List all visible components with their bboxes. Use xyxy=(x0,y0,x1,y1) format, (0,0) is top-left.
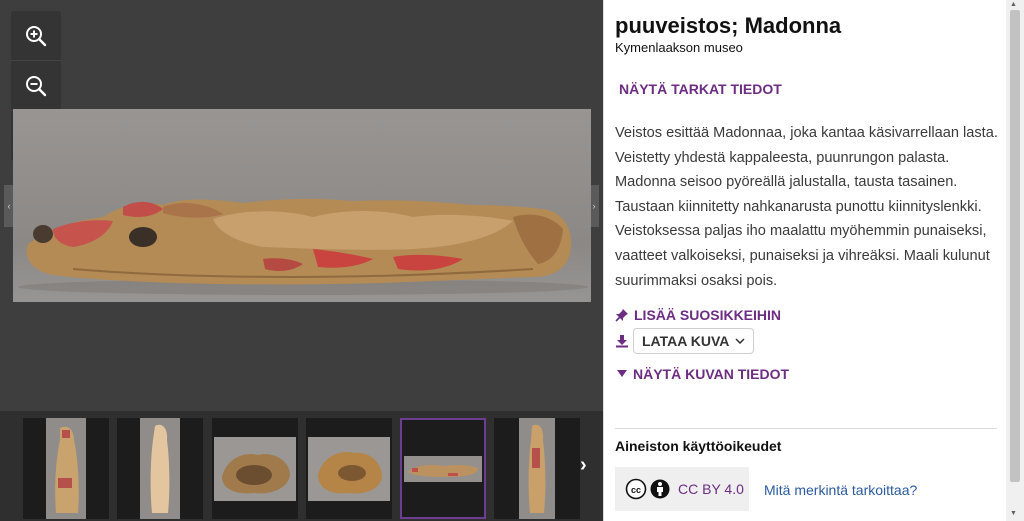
download-row: LATAA KUVA xyxy=(615,328,755,354)
thumbnail-1[interactable] xyxy=(23,418,109,519)
download-icon xyxy=(616,335,628,348)
thumbnail-standing-front xyxy=(46,418,86,519)
museum-name: Kymenlaakson museo xyxy=(615,40,743,55)
image-viewer: ‹ › › xyxy=(0,0,603,521)
thumbnail-base-view xyxy=(308,436,390,501)
license-badge[interactable]: cc CC BY 4.0 xyxy=(615,467,749,511)
svg-text:cc: cc xyxy=(631,485,641,495)
thumbnail-next-arrow[interactable]: › xyxy=(580,454,587,477)
license-name: CC BY 4.0 xyxy=(678,481,744,497)
license-meaning-link[interactable]: Mitä merkintä tarkoittaa? xyxy=(764,482,917,498)
attribution-icon xyxy=(650,479,670,499)
zoom-in-icon xyxy=(26,25,47,46)
show-detailed-info-link[interactable]: NÄYTÄ TARKAT TIEDOT xyxy=(619,81,782,97)
chevron-down-icon xyxy=(735,338,745,344)
zoom-out-icon xyxy=(26,75,47,96)
add-to-favorites-label: LISÄÄ SUOSIKKEIHIN xyxy=(634,307,782,323)
scrollbar-thumb[interactable] xyxy=(1010,10,1020,482)
show-image-info-toggle[interactable]: NÄYTÄ KUVAN TIEDOT xyxy=(617,366,789,382)
zoom-in-button[interactable] xyxy=(11,11,61,61)
pin-icon xyxy=(615,309,628,322)
thumbnail-4[interactable] xyxy=(306,418,392,519)
usage-rights-heading: Aineiston käyttöoikeudet xyxy=(615,438,782,454)
scroll-up-arrow[interactable]: ▲ xyxy=(1010,1,1017,8)
thumbnail-standing-side xyxy=(519,418,555,519)
thumbnail-lying-side xyxy=(404,455,482,482)
thumbnail-6[interactable] xyxy=(494,418,580,519)
record-title: puuveistos; Madonna xyxy=(615,13,842,38)
scroll-down-arrow[interactable]: ▼ xyxy=(1010,510,1017,517)
caret-down-icon xyxy=(617,370,627,377)
cc-icon: cc xyxy=(625,478,647,500)
record-description: Veistos esittää Madonnaa, joka kantaa kä… xyxy=(615,125,998,289)
show-image-info-label: NÄYTÄ KUVAN TIEDOT xyxy=(633,366,790,382)
zoom-out-button[interactable] xyxy=(11,61,61,111)
thumbnail-strip: › xyxy=(0,411,603,521)
thumbnail-standing-back xyxy=(140,418,180,519)
thumbnail-2[interactable] xyxy=(117,418,203,519)
download-image-button[interactable]: LATAA KUVA xyxy=(633,328,755,354)
sculpture-picture xyxy=(18,198,588,295)
thumbnail-top-view xyxy=(214,436,296,501)
add-to-favorites-button[interactable]: LISÄÄ SUOSIKKEIHIN xyxy=(615,307,781,323)
section-divider xyxy=(615,428,997,429)
record-details-panel: puuveistos; Madonna Kymenlaakson museo N… xyxy=(603,0,1024,521)
thumbnail-3[interactable] xyxy=(212,418,298,519)
panel-scrollbar[interactable]: ▲ ▼ xyxy=(1006,0,1024,521)
thumbnail-5[interactable] xyxy=(400,418,486,519)
main-image-madonna-sculpture[interactable] xyxy=(13,109,591,302)
download-image-label: LATAA KUVA xyxy=(642,333,730,349)
